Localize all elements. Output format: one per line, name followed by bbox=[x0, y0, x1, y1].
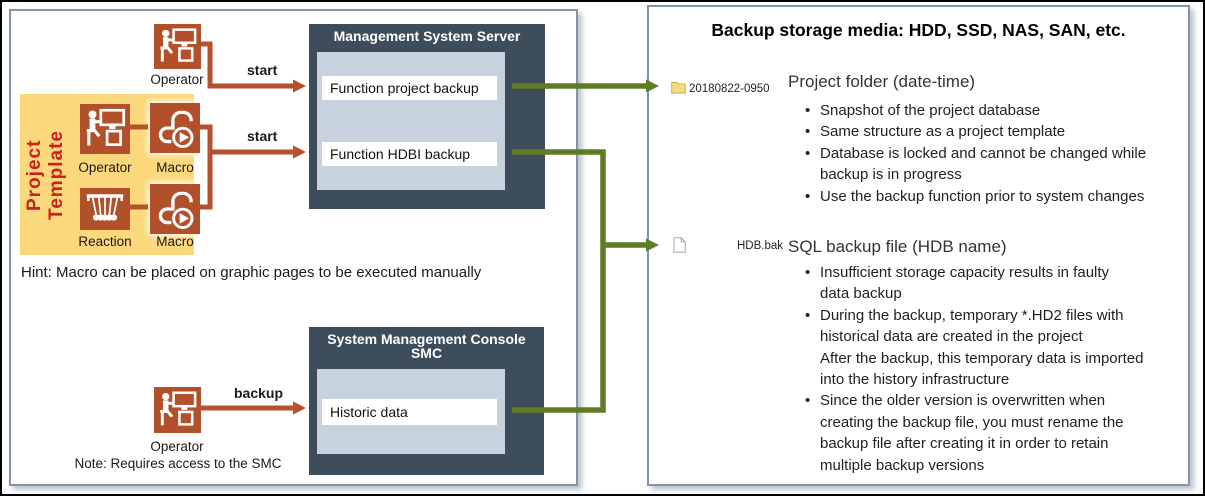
operator-icon bbox=[154, 24, 201, 69]
flow-panel: Operator Project Template bbox=[9, 9, 578, 486]
operator-bottom-label: Operator bbox=[142, 439, 212, 454]
macro-icon bbox=[150, 184, 200, 234]
explanation-panel: Backup storage media: HDD, SSD, NAS, SAN… bbox=[647, 5, 1190, 486]
function-project-backup-bar: Function project backup bbox=[322, 76, 497, 100]
server-box-title: Management System Server bbox=[309, 24, 545, 43]
operator-glyph bbox=[154, 24, 201, 69]
folder-glyph bbox=[671, 79, 686, 95]
reaction-icon bbox=[80, 188, 130, 230]
management-system-server-box: Management System Server Function projec… bbox=[309, 24, 545, 209]
bullet-item: During the backup, temporary *.HD2 files… bbox=[803, 305, 1183, 391]
folder-section-bullets: Snapshot of the project database Same st… bbox=[803, 100, 1183, 207]
reaction-glyph bbox=[80, 188, 130, 230]
macro-glyph bbox=[150, 103, 200, 153]
note-text: Note: Requires access to the SMC bbox=[73, 456, 283, 471]
file-section-heading: SQL backup file (HDB name) bbox=[788, 237, 1007, 257]
operator-top-label: Operator bbox=[142, 72, 212, 87]
smc-inner-panel: Historic data bbox=[317, 369, 505, 454]
macro-icon bbox=[150, 103, 200, 153]
folder-icon bbox=[671, 79, 686, 95]
folder-name-label: 20180822-0950 bbox=[689, 83, 770, 95]
file-name-label: HDB.bak bbox=[737, 240, 783, 252]
backup-label: backup bbox=[234, 385, 283, 401]
macro1-label: Macro bbox=[140, 160, 210, 175]
folder-section-heading: Project folder (date-time) bbox=[788, 72, 975, 92]
bullet-item: Insufficient storage capacity results in… bbox=[803, 262, 1183, 305]
macro2-label: Macro bbox=[140, 234, 210, 249]
hint-text: Hint: Macro can be placed on graphic pag… bbox=[21, 264, 481, 281]
function-hdbi-backup-bar: Function HDBI backup bbox=[322, 142, 497, 166]
project-template-title: Project Template bbox=[24, 100, 68, 250]
smc-box-subtitle: SMC bbox=[309, 346, 544, 360]
start-label-1: start bbox=[247, 62, 277, 78]
project-template-box: Project Template bbox=[20, 94, 194, 255]
operator-glyph bbox=[154, 387, 201, 433]
operator-template-label: Operator bbox=[70, 160, 140, 175]
reaction-label: Reaction bbox=[70, 234, 140, 249]
backup-diagram: Operator Project Template bbox=[0, 0, 1205, 496]
right-panel-title: Backup storage media: HDD, SSD, NAS, SAN… bbox=[649, 20, 1188, 41]
bullet-item: Snapshot of the project database bbox=[803, 100, 1183, 121]
bullet-item: Same structure as a project template bbox=[803, 121, 1183, 142]
server-inner-panel: Function project backup Function HDBI ba… bbox=[317, 52, 505, 190]
operator-icon bbox=[80, 104, 130, 154]
bullet-item: Since the older version is overwritten w… bbox=[803, 390, 1183, 476]
macro-glyph bbox=[150, 184, 200, 234]
file-section-bullets: Insufficient storage capacity results in… bbox=[803, 262, 1183, 476]
operator-icon bbox=[154, 387, 201, 433]
smc-box-title: System Management Console bbox=[309, 327, 544, 346]
bullet-item: Use the backup function prior to system … bbox=[803, 186, 1183, 207]
historic-data-bar: Historic data bbox=[322, 399, 497, 425]
operator-glyph bbox=[80, 104, 130, 154]
smc-box: System Management Console SMC Historic d… bbox=[309, 327, 544, 475]
file-icon bbox=[673, 237, 686, 253]
start-label-2: start bbox=[247, 128, 277, 144]
file-glyph bbox=[673, 237, 686, 253]
bullet-item: Database is locked and cannot be changed… bbox=[803, 143, 1183, 186]
